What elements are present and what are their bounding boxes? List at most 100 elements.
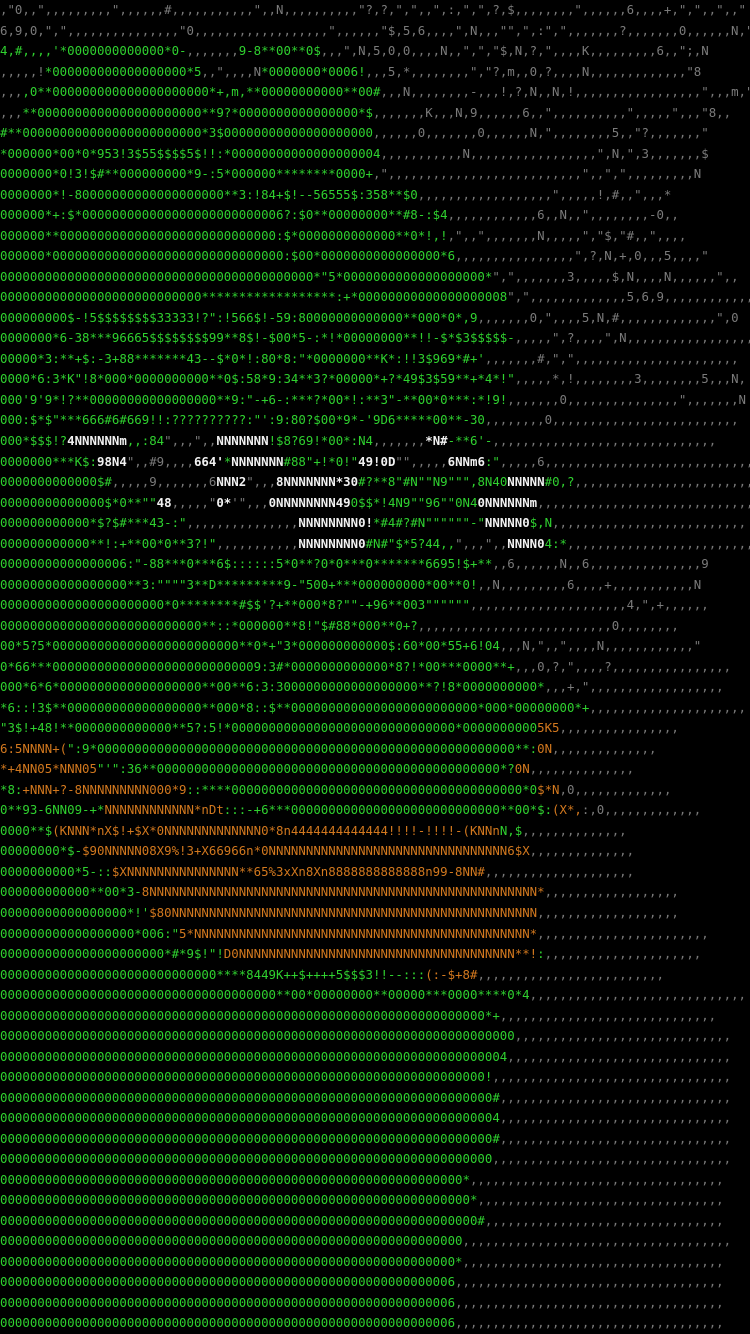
ascii-segment: ,,,,,,,,,,,,,,,,,,,, [484,863,635,879]
ascii-segment: 0000000000000000000000000000000000000000… [0,1294,456,1310]
ascii-segment: #?**8"#N""N9""",8N40 [358,474,508,490]
ascii-segment: ,,,,,,,,,,,,,,,,,,,,,4,",+,,,,,, [469,597,709,613]
ascii-line: 0000000000000000000000000000000000000000… [0,1088,750,1109]
ascii-segment: ,,,,,,,,,,,,,,,,,,,,,,,,,,0,,,,,,,, [417,617,679,633]
ascii-segment: -**6'- [447,432,493,448]
ascii-segment: 000000*0000000000000000000000000000000:$… [0,248,456,264]
ascii-segment: ,0**000000000000000000000*+,m,**00000000… [22,84,381,100]
ascii-segment: ,,,,,,,,,,,,6,,N,,",,,,,,,,-0,, [447,207,679,223]
ascii-segment: ,,,,,,,,,,,,,,,,,,,,,,, [537,925,709,941]
ascii-segment: ":9*000000000000000000000000000000000000… [67,740,538,756]
ascii-segment: ,,,,," [171,494,217,510]
ascii-line: 0000000000000000000000000000000000000000… [0,1006,750,1027]
ascii-segment: 0000000000000000000000000000000000000000… [0,1233,463,1249]
ascii-segment: ,",,",,,,,,,N,,,,,","$,"#,,",,,, [447,227,687,243]
ascii-segment: 0**93-6NN09-+* [0,802,105,818]
ascii-segment: ,",,,,,,,,,,,,,,,,,,,,,,,,,,",,",",,,,,,… [373,166,702,182]
ascii-segment: $*N [537,781,560,797]
ascii-segment: *000000000000000000*5 [44,63,202,79]
ascii-line: 0000000000000000000000000000000000000000… [0,1190,750,1211]
ascii-segment: ,,,,,,,,0,,,,,,,,,,,,,,,,,,,,,,,,, [484,412,739,428]
ascii-segment: 0000000*6-38***96665$$$$$$$$99**8$!-$00*… [0,330,515,346]
ascii-line: 000000*+:$*000000000000000000000000006?:… [0,205,750,226]
ascii-segment: #0,? [544,474,575,490]
ascii-segment: 6NNm6 [447,453,485,469]
ascii-segment: 0000000000000$# [0,474,112,490]
ascii-segment: 0000000000000000000000000000000000000000… [0,1171,470,1187]
ascii-segment: 000000000$-!5$$$$$$$$33333!?":!566$!-59:… [0,309,478,325]
ascii-segment: NNNNN0 [484,515,530,531]
ascii-segment: 000'9'9*!?**00000000000000000**9:"-+6-:*… [0,391,508,407]
ascii-segment: ,,,,,,,,,,,,,, [522,822,627,838]
ascii-segment: ,,,,,,,,,,,,,,,, [559,720,679,736]
ascii-line: 000000000$-!5$$$$$$$$33333!?":!566$!-59:… [0,308,750,329]
ascii-segment: ,,,,,,,,,,,,,,,,,,,,,,,,,,,,,,, [499,1089,732,1105]
ascii-line: 0000000*0!3!$#**000000000*9-:5*000000***… [0,164,750,185]
ascii-segment: *6::!3$**000000000000000000**000*8::$**0… [0,699,590,715]
ascii-line: 00000*3:**+$:-3+88*******43--$*0*!:80*8:… [0,349,750,370]
ascii-line: 0**93-6NN09-+*NNNNNNNNNNNN*nDt:::-+6***0… [0,800,750,821]
ascii-line: 0*66***0000000000000000000000000009:3#*0… [0,657,750,678]
ascii-segment: 0000000000000000000000000000000000000000… [0,1110,500,1126]
ascii-line: 0000000000000000000000000000000000000000… [0,1293,750,1314]
ascii-segment: ,,,,,,,,,,,,,,,,,,,,,,,,,,,,, [499,1007,717,1023]
ascii-line: "3$!+48!**0000000000000**5?:5!*000000000… [0,718,750,739]
ascii-line: 00000000000000006:"-88***0***6$::::::5*0… [0,554,750,575]
ascii-segment: 4NNNNNNm [67,432,127,448]
ascii-segment: *000000*00*0*953!3$55$$$$5$!!:*000000000… [0,145,381,161]
ascii-segment: 000000000000**00*3- [0,884,142,900]
ascii-line: 000000000000*$?$#***43-:",,,,,,,,,,,,,,,… [0,513,750,534]
ascii-segment: *N# [425,432,448,448]
ascii-segment: NNNNNNNNNNNN*nDt [104,802,224,818]
ascii-segment: ,,,,,,,,,,,,,,,,,,",,,,,!,#,,",,,* [417,186,672,202]
ascii-segment: 48 [156,494,172,510]
ascii-segment: ,"0,,",,,,,,,,,",,,,,,#,,,,,,,,,,,",,N,,… [0,2,746,17]
ascii-line: 00000000000000$*0**""48,,,,,"0*'",,,0NNN… [0,493,750,514]
ascii-line: 0000000000000000000000000000000000000000… [0,1149,750,1170]
ascii-line: 0000000*!-80000000000000000000**3:!84+$!… [0,185,750,206]
ascii-segment: $90NNNNN08X9%!3+X66966n*0NNNNNNNNNNNNNNN… [82,843,530,859]
ascii-segment: '",,, [231,494,269,510]
ascii-line: 0000000***K$:98N4",,#9,,,,664'*NNNNNNN#8… [0,452,750,473]
ascii-segment: ,,,,,,,,,,,N,,,,,,,,,,,,,,,,,",N,",3,,,,… [380,145,709,161]
ascii-segment: 00*5?5*0000000000000000000000000**0*+"3*… [0,638,500,654]
ascii-segment: 00000*3:**+$:-3+88*******43--$*0*!:80*8:… [0,350,485,366]
ascii-line: 0000000000000000000000000000000000000000… [0,1313,750,1334]
ascii-segment: 000000000000**!:+**00*0**3?!" [0,535,217,551]
ascii-segment: ,,,,,6,,,,,,,,,,,,,,,,,,,,,,,,,,,, [499,453,750,469]
ascii-segment: (X*, [552,802,582,818]
ascii-segment: ,,,,,,,0,,,,,,,,,,,,,,,",,,,,,,N [507,391,746,407]
ascii-segment: ,,,,,,,,,,,,,,,,,,,,,,,,,,,,,,,, [484,1212,724,1228]
ascii-segment: 0* [216,494,232,510]
ascii-line: 000000**00000000000000000000000000000:$*… [0,226,750,247]
ascii-segment: 664' [193,453,224,469]
ascii-segment: $,N [529,515,553,531]
ascii-line: 0000000000000000000000000000000000000**0… [0,985,750,1006]
ascii-segment: 0N [537,740,553,756]
ascii-segment: 000:$*$"***666#6#669!!:??????????:"':9:8… [0,412,485,428]
ascii-segment: 0NNNNNNNN49 [268,494,351,510]
ascii-line: 0000000000000000000000000000000000000000… [0,1047,750,1068]
ascii-segment: :" [484,453,500,469]
ascii-segment: ,,6,,,,,,N,,6,,,,,,,,,,,,,,,9 [492,556,709,572]
ascii-segment: ,,,,,,,,,,,,,,,,,,,,,,,,,,,,,,,,,,,, [462,1233,732,1249]
ascii-segment: 6:5NNNN+( [0,740,68,756]
ascii-line: 0000000000000000000000000000000000000000… [0,1129,750,1150]
ascii-line: 0000000000000$#,,,,,9,,,,,,,6NNN2",,,8NN… [0,472,750,493]
ascii-line: 6:5NNNN+(":9*000000000000000000000000000… [0,739,750,760]
ascii-segment: ,,,,,,, [373,432,426,448]
ascii-segment: 000000000000000000000000000**::*000000**… [0,617,418,633]
ascii-line: 000000000000**00*3-8NNNNNNNNNNNNNNNNNNNN… [0,882,750,903]
ascii-segment: ,,,,,,,,,,,,,,,,,,,,,,,,,,,,,,,,,,,, [455,1294,724,1310]
ascii-line: 000000000000000000000000000**::*000000**… [0,616,750,637]
ascii-segment: 0000000000000000000000*0********#$$'?+**… [0,597,470,613]
ascii-segment: 0000000000000000000000000000000000000000… [0,268,493,284]
ascii-segment: ,,,,,,,,,,,,,,,,",?,N,+,0,,,5,,,," [455,248,709,264]
ascii-segment: 0000000***K$: [0,453,97,469]
ascii-segment: 6,9,0,",",,,,,,,,,,,,,,,"0,,,,,,,,,,,,,,… [0,22,750,38]
ascii-segment: ,,,,,9,,,,,,,6 [111,474,217,490]
ascii-segment: 000000000000000000000000000*************… [0,289,508,305]
ascii-segment: ,,,,,,,,,,,,,,,,,,,,, [544,946,702,962]
ascii-segment: ,,,,,,,,,,,,,,,,,,,,,,,,,,,,,,,, [492,1069,732,1085]
ascii-segment: ,,,,,,,,,,,,,,,,,,,,,,,,, [477,966,664,982]
